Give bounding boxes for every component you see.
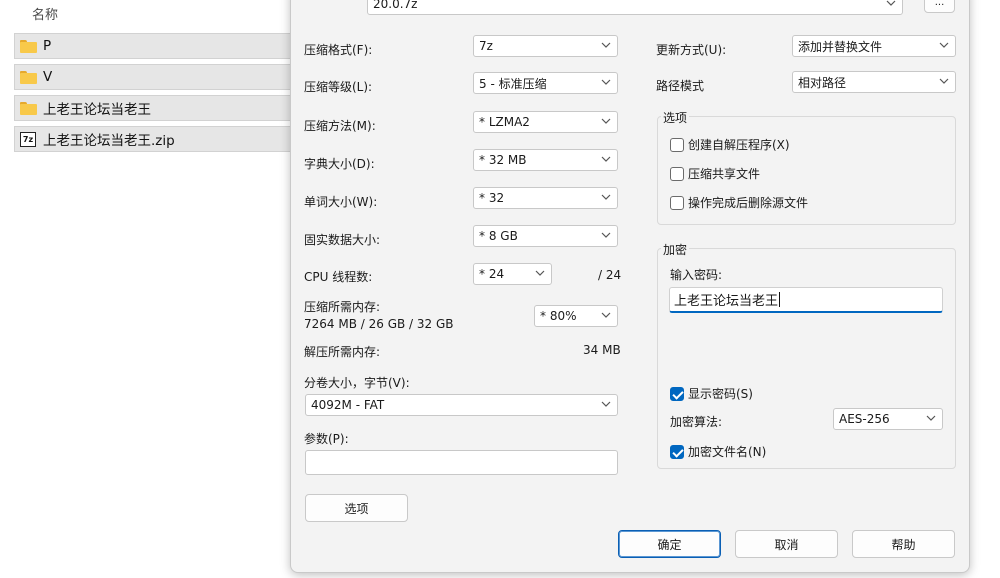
chevron-down-icon [601, 312, 611, 318]
format-label: 压缩格式(F): [304, 43, 373, 57]
encryption-method-label: 加密算法: [670, 415, 723, 429]
checkbox-box [670, 195, 684, 210]
sfx-checkbox[interactable]: 创建自解压程序(X) [670, 136, 790, 153]
ok-button[interactable]: 确定 [618, 530, 721, 558]
shared-files-checkbox[interactable]: 压缩共享文件 [670, 165, 760, 182]
chevron-down-icon [886, 0, 896, 6]
sort-caret-icon: ˄ [176, 0, 181, 5]
file-explorer-pane: 名称 ˄ P V 上老王论坛当老王 7z 上老王论坛当老王.zip [0, 0, 304, 578]
folder-icon [20, 101, 37, 115]
password-value: 上老王论坛当老王 [674, 294, 779, 309]
show-password-checkbox[interactable]: 显示密码(S) [670, 385, 753, 402]
cpu-threads-value: * 24 [479, 267, 505, 281]
checkbox-box [670, 137, 684, 152]
checkbox-checked-icon [670, 444, 684, 459]
password-label: 输入密码: [670, 268, 723, 282]
encryption-group-title: 加密 [661, 241, 690, 258]
method-combo[interactable]: * LZMA2 [473, 111, 618, 133]
cpu-threads-max: / 24 [598, 268, 622, 282]
dict-size-label: 字典大小(D): [304, 157, 375, 171]
encryption-method-combo[interactable]: AES-256 [833, 408, 943, 430]
encrypt-names-label: 加密文件名(N) [688, 445, 767, 459]
level-label: 压缩等级(L): [304, 80, 373, 94]
chevron-down-icon [939, 78, 949, 84]
update-mode-value: 添加并替换文件 [798, 39, 883, 54]
help-button[interactable]: 帮助 [852, 530, 955, 558]
checkbox-checked-icon [670, 386, 684, 401]
options-group-title: 选项 [661, 109, 690, 126]
path-mode-value: 相对路径 [798, 75, 847, 90]
sfx-label: 创建自解压程序(X) [688, 138, 790, 152]
item-name: V [43, 69, 53, 85]
memory-decompress-value: 34 MB [583, 343, 621, 357]
format-value: 7z [479, 39, 493, 53]
path-mode-label: 路径模式 [656, 79, 705, 93]
list-item-folder-p[interactable]: P [14, 33, 304, 59]
delete-after-label: 操作完成后删除源文件 [688, 196, 809, 210]
method-label: 压缩方法(M): [304, 119, 376, 133]
chevron-down-icon [601, 156, 611, 162]
params-input[interactable] [305, 450, 618, 475]
add-to-archive-dialog: 20.0.7z ... 压缩格式(F): 7z 压缩等级(L): 5 - 标准压… [290, 0, 970, 573]
folder-icon [20, 39, 37, 53]
chevron-down-icon [926, 415, 936, 421]
memory-compress-detail: 7264 MB / 26 GB / 32 GB [304, 317, 454, 331]
chevron-down-icon [601, 401, 611, 407]
name-column-header[interactable]: 名称 [32, 4, 58, 23]
memory-compress-label: 压缩所需内存: [304, 300, 381, 314]
split-combo[interactable]: 4092M - FAT [305, 394, 618, 416]
chevron-down-icon [601, 194, 611, 200]
list-item-folder[interactable]: 上老王论坛当老王 [14, 95, 304, 121]
text-caret [779, 292, 781, 307]
zip-icon: 7z [20, 131, 36, 147]
shared-files-label: 压缩共享文件 [688, 167, 761, 181]
delete-after-checkbox[interactable]: 操作完成后删除源文件 [670, 194, 808, 211]
dict-size-value: * 32 MB [479, 153, 527, 167]
archive-path-value: 20.0.7z [373, 0, 418, 11]
show-password-label: 显示密码(S) [688, 387, 753, 401]
path-mode-combo[interactable]: 相对路径 [792, 71, 956, 93]
split-value: 4092M - FAT [311, 398, 385, 412]
solid-size-label: 固实数据大小: [304, 233, 381, 247]
item-name: P [43, 38, 52, 54]
memory-usage-combo[interactable]: * 80% [534, 305, 618, 327]
format-combo[interactable]: 7z [473, 35, 618, 57]
password-input[interactable]: 上老王论坛当老王 [669, 287, 943, 313]
checkbox-box [670, 166, 684, 181]
update-mode-label: 更新方式(U): [656, 43, 727, 57]
archive-path-combo[interactable]: 20.0.7z [367, 0, 903, 15]
chevron-down-icon [939, 42, 949, 48]
word-size-label: 单词大小(W): [304, 195, 378, 209]
item-name: 上老王论坛当老王.zip [43, 133, 175, 149]
word-size-combo[interactable]: * 32 [473, 187, 618, 209]
options-button[interactable]: 选项 [305, 494, 408, 522]
params-label: 参数(P): [304, 432, 349, 446]
list-item-folder-v[interactable]: V [14, 64, 304, 90]
solid-size-combo[interactable]: * 8 GB [473, 225, 618, 247]
cpu-threads-label: CPU 线程数: [304, 270, 373, 284]
chevron-down-icon [601, 42, 611, 48]
method-value: * LZMA2 [479, 115, 530, 129]
browse-button[interactable]: ... [924, 0, 955, 13]
memory-usage-value: * 80% [540, 309, 577, 323]
level-combo[interactable]: 5 - 标准压缩 [473, 72, 618, 94]
split-label: 分卷大小，字节(V): [304, 376, 410, 390]
list-item-zip[interactable]: 7z 上老王论坛当老王.zip [14, 126, 304, 152]
encryption-method-value: AES-256 [839, 412, 890, 426]
item-name: 上老王论坛当老王 [43, 102, 151, 118]
chevron-down-icon [601, 79, 611, 85]
update-mode-combo[interactable]: 添加并替换文件 [792, 35, 956, 57]
word-size-value: * 32 [479, 191, 505, 205]
folder-icon [20, 70, 37, 84]
encrypt-names-checkbox[interactable]: 加密文件名(N) [670, 443, 766, 460]
solid-size-value: * 8 GB [479, 229, 518, 243]
chevron-down-icon [601, 232, 611, 238]
cpu-threads-combo[interactable]: * 24 [473, 263, 552, 285]
dict-size-combo[interactable]: * 32 MB [473, 149, 618, 171]
chevron-down-icon [535, 270, 545, 276]
level-value: 5 - 标准压缩 [479, 76, 547, 91]
memory-decompress-label: 解压所需内存: [304, 345, 381, 359]
cancel-button[interactable]: 取消 [735, 530, 838, 558]
chevron-down-icon [601, 118, 611, 124]
